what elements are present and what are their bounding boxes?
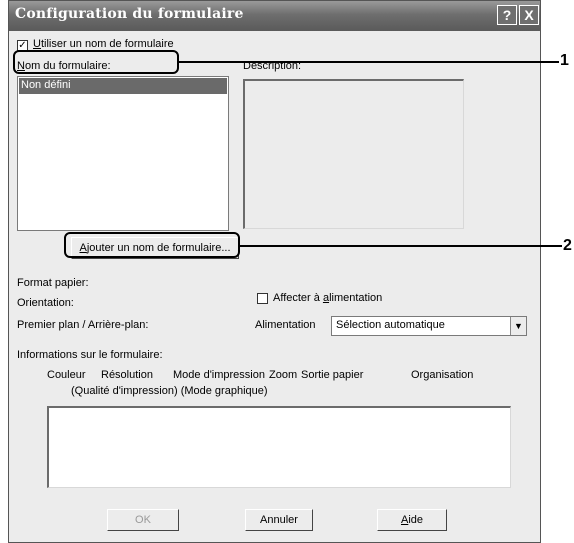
callout-1-box — [13, 50, 179, 74]
column-zoom: Zoom — [269, 369, 298, 381]
callout-2-number: 2 — [563, 237, 572, 254]
form-configuration-dialog: Configuration du formulaire ? X ✓ Utilis… — [8, 0, 541, 543]
help-icon[interactable]: ? — [497, 5, 517, 25]
title-bar: Configuration du formulaire ? X — [9, 1, 540, 31]
list-item-selected[interactable]: Non défini — [19, 78, 227, 94]
paper-size-label: Format papier: — [17, 277, 89, 289]
column-paper-output: Sortie papier — [301, 369, 364, 381]
form-info-label: Informations sur le formulaire: — [17, 349, 163, 361]
assign-feed-label: Affecter à alimentation — [273, 292, 383, 304]
form-info-box — [47, 406, 511, 488]
source-label: Alimentation — [255, 319, 316, 331]
column-layout: Organisation — [411, 369, 474, 381]
form-name-list[interactable]: Non défini — [17, 76, 229, 231]
help-button[interactable]: Aide — [377, 509, 447, 531]
ok-button[interactable]: OK — [107, 509, 179, 531]
column-resolution: Résolution — [101, 369, 153, 381]
assign-feed-checkbox[interactable] — [257, 293, 268, 304]
dialog-title: Configuration du formulaire — [15, 6, 244, 22]
callout-1-number: 1 — [560, 52, 569, 69]
column-subtitles: (Qualité d'impression) (Mode graphique) — [71, 385, 268, 397]
cancel-button[interactable]: Annuler — [245, 509, 313, 531]
column-print-mode: Mode d'impression — [173, 369, 265, 381]
orientation-label: Orientation: — [17, 297, 74, 309]
overlay-label: Premier plan / Arrière-plan: — [17, 319, 149, 331]
close-icon[interactable]: X — [519, 5, 539, 25]
column-color: Couleur — [47, 369, 86, 381]
callout-1-line — [179, 61, 559, 63]
callout-2-box — [64, 232, 240, 258]
source-select[interactable]: Sélection automatique ▼ — [331, 316, 527, 336]
callout-2-line — [240, 245, 562, 247]
chevron-down-icon[interactable]: ▼ — [510, 317, 526, 335]
description-box — [243, 79, 464, 229]
list-item-label: Non défini — [21, 79, 71, 91]
use-form-name-label: Utiliser un nom de formulaire — [33, 38, 174, 50]
source-selected-value: Sélection automatique — [336, 319, 445, 331]
